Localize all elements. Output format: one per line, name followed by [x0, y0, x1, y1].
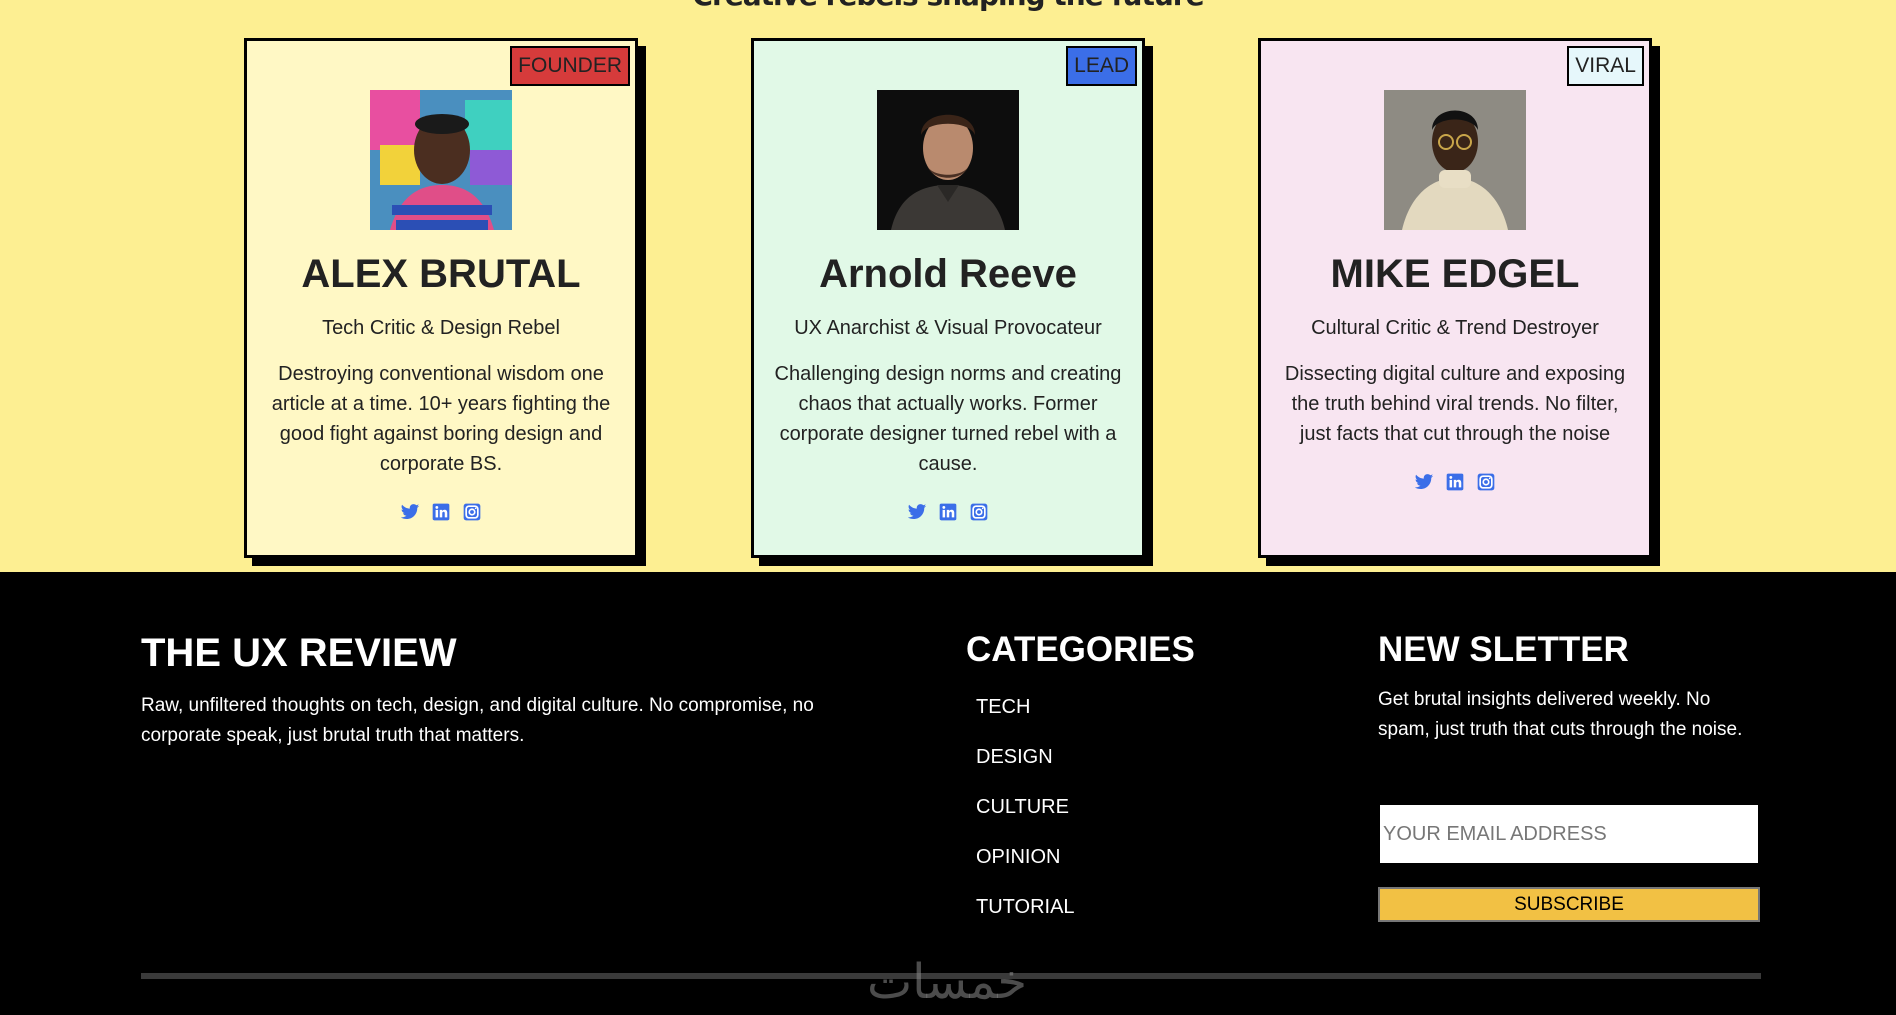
footer-brand-description: Raw, unfiltered thoughts on tech, design… [141, 695, 814, 746]
instagram-icon[interactable] [462, 502, 482, 522]
team-card: LEAD Arnold Reeve UX Anarchist & Visual … [751, 38, 1145, 558]
avatar [877, 90, 1019, 230]
social-links [1261, 472, 1649, 492]
social-links [754, 502, 1142, 522]
instagram-icon[interactable] [1476, 472, 1496, 492]
team-card: VIRAL MIKE EDGEL Cultural Critic & Trend… [1258, 38, 1652, 558]
twitter-icon[interactable] [907, 502, 927, 522]
team-card: FOUNDER ALEX BRUTAL Tech Critic & Design… [244, 38, 638, 558]
member-name: Arnold Reeve [819, 252, 1077, 296]
instagram-icon[interactable] [969, 502, 989, 522]
twitter-icon[interactable] [1414, 472, 1434, 492]
avatar [370, 90, 512, 230]
category-link-culture[interactable]: CULTURE [976, 795, 1075, 845]
watermark-logo: خمسات [867, 954, 1027, 1010]
member-role: Cultural Critic & Trend Destroyer [1311, 317, 1599, 339]
footer-brand-title: THE UX REVIEW [141, 631, 457, 675]
subscribe-button[interactable]: SUBSCRIBE [1378, 887, 1760, 922]
categories-list: TECH DESIGN CULTURE OPINION TUTORIAL [976, 695, 1075, 945]
avatar [1384, 90, 1526, 230]
role-badge: LEAD [1066, 46, 1137, 86]
social-links [247, 502, 635, 522]
twitter-icon[interactable] [400, 502, 420, 522]
linkedin-icon[interactable] [1445, 472, 1465, 492]
linkedin-icon[interactable] [938, 502, 958, 522]
newsletter-title: NEW SLETTER [1378, 630, 1629, 669]
team-heading: Creative rebels shaping the future [0, 0, 1896, 12]
category-link-opinion[interactable]: OPINION [976, 845, 1075, 895]
email-input[interactable] [1378, 803, 1760, 865]
linkedin-icon[interactable] [431, 502, 451, 522]
role-badge: VIRAL [1567, 46, 1644, 86]
category-link-tutorial[interactable]: TUTORIAL [976, 895, 1075, 945]
member-bio: Challenging design norms and creating ch… [774, 363, 1122, 475]
category-link-tech[interactable]: TECH [976, 695, 1075, 745]
role-badge: FOUNDER [510, 46, 630, 86]
categories-title: CATEGORIES [966, 630, 1195, 669]
category-link-design[interactable]: DESIGN [976, 745, 1075, 795]
svg-text:خمسات: خمسات [867, 954, 1027, 1010]
member-name: MIKE EDGEL [1330, 252, 1580, 296]
site-footer: THE UX REVIEW Raw, unfiltered thoughts o… [0, 572, 1896, 1015]
member-role: UX Anarchist & Visual Provocateur [794, 317, 1102, 339]
member-bio: Dissecting digital culture and exposing … [1284, 363, 1626, 445]
member-role: Tech Critic & Design Rebel [322, 317, 560, 339]
newsletter-description: Get brutal insights delivered weekly. No… [1378, 689, 1743, 740]
member-name: ALEX BRUTAL [301, 252, 581, 296]
team-section: Creative rebels shaping the future FOUND… [0, 0, 1896, 572]
member-bio: Destroying conventional wisdom one artic… [271, 363, 611, 475]
